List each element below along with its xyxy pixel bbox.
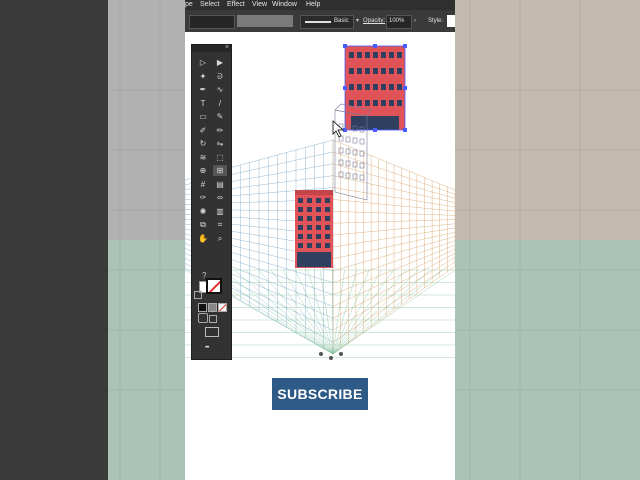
subscribe-button[interactable]: SUBSCRIBE [272,378,368,410]
close-icon[interactable]: × [225,44,229,51]
curvature-tool-icon[interactable]: ∿ [213,84,227,95]
edit-toolbar-button[interactable]: ••• [205,345,209,351]
graphic-style-swatch[interactable] [447,15,455,27]
draw-inside-button[interactable] [209,315,217,323]
stroke-preview-line [305,21,331,23]
line-segment-tool-icon[interactable]: / [213,98,227,109]
menu-item-help[interactable]: Help [306,0,320,10]
shape-builder-tool-icon[interactable]: ⊕ [196,165,210,176]
variable-width-dropdown[interactable] [237,15,293,27]
column-graph-tool-icon[interactable]: ▥ [213,206,227,217]
type-tool-icon[interactable]: T [196,98,210,109]
free-transform-tool-icon[interactable]: ⬚ [213,152,227,163]
gradient-tool-icon[interactable]: ▤ [213,179,227,190]
control-bar: Basic ▾ Opacity: 100% › Style: [185,10,455,33]
style-label: Style: [428,18,444,24]
pen-tool-icon[interactable]: ✒ [196,84,210,95]
opacity-arrow-icon[interactable]: › [414,18,416,24]
stroke-style-label: Basic [334,18,349,24]
slice-tool-icon[interactable]: ⌗ [213,219,227,230]
chevron-down-icon[interactable]: ▾ [356,17,359,24]
menu-item-type[interactable]: pe [185,0,193,10]
blend-tool-icon[interactable]: ∞ [213,192,227,203]
tools-panel: × ▷ ▶ ✦ ᘐ ✒ ∿ T / ▭ ✎ ✐ ✏ ↻ ⇋ ≋ ⬚ ⊕ ⊞ # ▤ ✑ ∞ ✺ ▥ ⧉ ⌗ ✋ ⌕ ? ••• [191,44,232,360]
opacity-value: 100% [389,18,405,24]
none-mode-button[interactable] [218,303,227,312]
mesh-tool-icon[interactable]: # [196,179,210,190]
building-facade-selected[interactable] [343,44,407,132]
rectangle-tool-icon[interactable]: ▭ [196,111,210,122]
shaper-tool-icon[interactable]: ✐ [196,125,210,136]
app-window: pe Select Effect View Window Help Basic … [185,0,455,480]
zoom-tool-icon[interactable]: ⌕ [213,233,227,244]
artboard-tool-icon[interactable]: ⧉ [196,219,210,230]
menu-item-select[interactable]: Select [200,0,219,10]
magic-wand-tool-icon[interactable]: ✦ [196,71,210,82]
menu-item-view[interactable]: View [252,0,267,10]
pencil-tool-icon[interactable]: ✏ [213,125,227,136]
menu-item-window[interactable]: Window [272,0,297,10]
opacity-label[interactable]: Opacity: [363,18,385,24]
menu-item-effect[interactable]: Effect [227,0,245,10]
symbol-sprayer-tool-icon[interactable]: ✺ [196,206,210,217]
color-mode-button[interactable] [198,303,207,312]
lasso-tool-icon[interactable]: ᘐ [213,71,227,82]
brush-definition-dropdown[interactable]: Basic [300,15,354,29]
reflect-tool-icon[interactable]: ⇋ [213,138,227,149]
menu-bar: pe Select Effect View Window Help [185,0,455,10]
opacity-field[interactable]: 100% [386,15,412,29]
selection-tool-icon[interactable]: ▷ [196,57,210,68]
rotate-tool-icon[interactable]: ↻ [196,138,210,149]
gradient-mode-button[interactable] [208,303,217,312]
hand-tool-icon[interactable]: ✋ [196,233,210,244]
stroke-weight-stepper[interactable] [189,15,235,29]
width-tool-icon[interactable]: ≋ [196,152,210,163]
swap-fill-stroke-icon[interactable] [194,291,202,299]
building-left-wall[interactable] [295,190,333,268]
direct-selection-tool-icon[interactable]: ▶ [213,57,227,68]
eyedropper-tool-icon[interactable]: ✑ [196,192,210,203]
stroke-swatch[interactable] [206,278,222,294]
screen-mode-button[interactable] [205,327,219,337]
tools-panel-header[interactable]: × [192,44,231,52]
paintbrush-tool-icon[interactable]: ✎ [213,111,227,122]
perspective-grid-tool-icon[interactable]: ⊞ [213,165,227,176]
draw-mode-button[interactable] [198,313,208,323]
